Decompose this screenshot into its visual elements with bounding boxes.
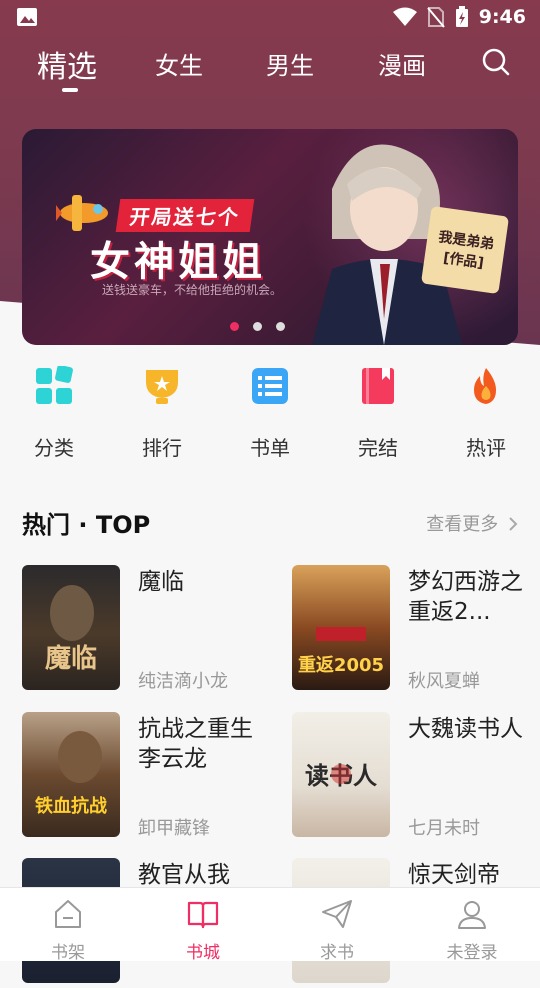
cover-title: 魔临 <box>45 643 97 674</box>
badge-subtitle: [作品] <box>442 250 485 272</box>
nav-label: 未登录 <box>446 943 498 963</box>
open-book-icon <box>187 901 219 929</box>
banner-subline: 送钱送豪车，不给他拒绝的机会。 <box>102 283 283 297</box>
battery-charging-icon <box>455 6 468 27</box>
shortcut-label: 分类 <box>34 436 74 460</box>
pagination-dot[interactable] <box>253 322 262 331</box>
shortcut-label: 热评 <box>466 436 506 460</box>
status-bar: 9:46 <box>0 0 540 36</box>
section-title: 热门 · TOP <box>22 511 151 539</box>
book-icon <box>362 368 394 404</box>
shortcut-label: 书单 <box>250 436 290 460</box>
clock: 9:46 <box>478 6 526 28</box>
see-more-link[interactable]: 查看更多 <box>426 510 518 536</box>
bottom-navigation: 书架 书城 求书 未登录 <box>0 887 540 963</box>
cover-title: 铁血抗战 <box>35 795 107 817</box>
bookshelf-icon <box>55 900 81 928</box>
chevron-right-icon <box>509 517 518 531</box>
see-more-label: 查看更多 <box>426 514 499 535</box>
nav-bookstore[interactable]: 书城 <box>153 898 253 963</box>
shortcut-hot-reviews[interactable]: 热评 <box>446 360 526 461</box>
flame-icon <box>474 368 496 404</box>
search-icon[interactable] <box>482 48 510 76</box>
pagination-dot[interactable] <box>230 322 239 331</box>
active-tab-indicator <box>62 88 78 92</box>
nav-label: 求书 <box>320 943 354 963</box>
book-author: 纯洁滴小龙 <box>138 671 228 692</box>
nav-label: 书架 <box>51 943 85 963</box>
nav-profile[interactable]: 未登录 <box>422 898 522 963</box>
no-sim-icon <box>426 7 445 28</box>
banner-badge: 我是弟弟 [作品] <box>420 205 510 295</box>
book-cover: 铁血抗战 <box>22 712 120 837</box>
book-card[interactable]: 读书人 大魏读书人 七月未时 <box>292 712 540 842</box>
book-title: 梦幻西游之重返2... <box>408 569 523 625</box>
cover-art: 铁血抗战 <box>35 731 107 817</box>
cover-art: 魔临 <box>45 585 97 674</box>
gallery-icon <box>17 8 37 26</box>
shortcut-ranking[interactable]: 排行 <box>122 360 202 461</box>
category-shortcuts: 分类 排行 书单 完结 热评 <box>0 360 540 460</box>
book-card[interactable]: 魔临 魔临 纯洁滴小龙 <box>22 565 272 695</box>
channel-tabs: 精选 女生 男生 漫画 <box>0 40 540 90</box>
book-title: 大魏读书人 <box>408 716 523 742</box>
book-cover: 读书人 <box>292 712 390 837</box>
shortcut-completed[interactable]: 完结 <box>338 360 418 461</box>
shortcut-booklists[interactable]: 书单 <box>230 360 310 461</box>
trophy-icon <box>146 370 178 404</box>
nav-label: 书城 <box>186 943 220 963</box>
cover-art: 读书人 <box>305 761 377 790</box>
book-title: 惊天剑帝 <box>408 862 500 888</box>
shortcut-label: 完结 <box>358 436 398 460</box>
book-title: 抗战之重生李云龙 <box>138 716 253 772</box>
book-title: 魔临 <box>138 569 184 595</box>
book-author: 七月未时 <box>408 818 480 839</box>
tab-female[interactable]: 女生 <box>155 46 203 81</box>
pagination-dot[interactable] <box>276 322 285 331</box>
book-author: 秋风夏蝉 <box>408 671 480 692</box>
user-icon <box>458 901 486 929</box>
book-cover: 重返2005 <box>292 565 390 690</box>
tab-featured[interactable]: 精选 <box>37 42 97 86</box>
banner-pagination <box>230 322 285 331</box>
list-icon <box>252 368 288 404</box>
book-card[interactable]: 重返2005 梦幻西游之重返2... 秋风夏蝉 <box>292 565 540 695</box>
nav-request-book[interactable]: 求书 <box>287 898 387 963</box>
shortcut-categories[interactable]: 分类 <box>14 360 94 461</box>
tab-comics[interactable]: 漫画 <box>378 46 426 81</box>
book-card[interactable]: 铁血抗战 抗战之重生李云龙 卸甲藏锋 <box>22 712 272 842</box>
book-title: 教官从我 <box>138 862 230 888</box>
banner-tag: 开局送七个 <box>115 199 255 232</box>
paper-plane-icon <box>322 900 352 928</box>
grid-icon <box>36 365 73 404</box>
promo-banner[interactable]: 开局送七个 女神姐姐 送钱送豪车，不给他拒绝的机会。 我是弟弟 [作品] <box>22 129 518 345</box>
wifi-icon <box>392 7 417 26</box>
cover-art: 重返2005 <box>298 627 384 676</box>
nav-bookshelf[interactable]: 书架 <box>18 898 118 963</box>
book-author: 卸甲藏锋 <box>138 818 210 839</box>
cover-title: 重返2005 <box>298 654 384 676</box>
banner-headline: 女神姐姐 <box>90 239 266 285</box>
shortcut-label: 排行 <box>142 436 182 460</box>
tab-male[interactable]: 男生 <box>266 46 314 81</box>
book-cover: 魔临 <box>22 565 120 690</box>
